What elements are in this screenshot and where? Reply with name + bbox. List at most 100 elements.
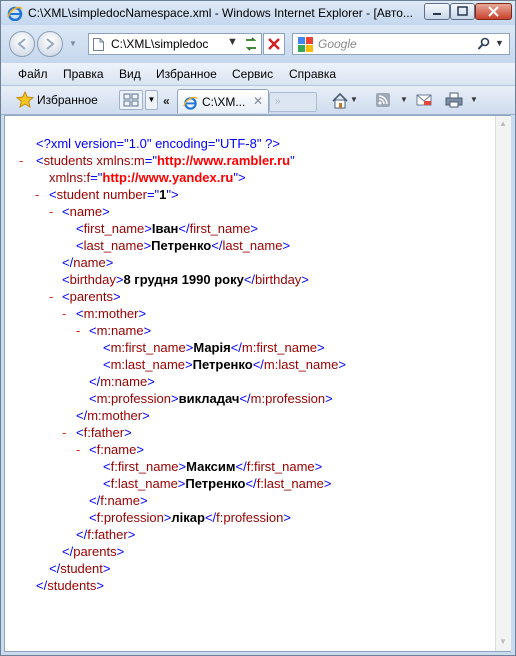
students-open-tag: <students xmlns:m="http://www.rambler.ru… <box>36 153 295 168</box>
tab-close-icon[interactable]: ✕ <box>253 94 263 108</box>
xml-declaration: <?xml version="1.0" encoding="UTF-8" ?> <box>36 136 280 152</box>
refresh-icon[interactable] <box>241 34 261 54</box>
collapse-students[interactable]: - <box>19 153 23 168</box>
menu-bar: Файл Правка Вид Избранное Сервис Справка <box>1 63 515 86</box>
address-url[interactable]: C:\XML\simpledoc <box>111 37 223 51</box>
new-tab-button[interactable]: » <box>269 92 317 112</box>
quick-tabs-button[interactable] <box>119 90 143 110</box>
scroll-up-icon[interactable]: ▲ <box>499 119 507 128</box>
maximize-button[interactable] <box>450 3 475 20</box>
minimize-button[interactable] <box>424 3 450 20</box>
tag-name: first_name <box>189 221 251 236</box>
home-dropdown-icon[interactable]: ▼ <box>350 95 358 104</box>
rss-feed-icon <box>376 93 390 107</box>
tab-list-dropdown-icon[interactable]: ▼ <box>145 90 158 110</box>
back-arrow-icon <box>17 38 26 50</box>
menu-tools[interactable]: Сервис <box>232 67 273 81</box>
collapse-father[interactable]: - <box>62 425 66 440</box>
page-icon <box>93 38 104 51</box>
print-button[interactable]: ▼ <box>445 92 479 110</box>
feeds-dropdown-icon[interactable]: ▼ <box>400 95 408 104</box>
tag-name: m:first_name <box>110 340 186 355</box>
parents-open-tag: <parents> <box>62 289 121 304</box>
tag-name: f:last_name <box>110 476 178 491</box>
close-window-button[interactable] <box>475 3 512 20</box>
xml-declaration-text: <?xml version="1.0" encoding="UTF-8" ?> <box>36 136 280 151</box>
history-dropdown-icon[interactable]: ▼ <box>69 39 77 48</box>
read-mail-button[interactable] <box>415 92 441 110</box>
menu-edit[interactable]: Правка <box>63 67 104 81</box>
m-profession-element: <m:profession>викладач</m:profession> <box>89 391 333 406</box>
feeds-button[interactable]: ▼ <box>375 92 409 110</box>
last-name-element: <last_name>Петренко</last_name> <box>76 238 291 253</box>
search-input[interactable] <box>318 36 468 52</box>
student-open-tag: <student number="1"> <box>49 187 179 202</box>
scroll-down-icon[interactable]: ▼ <box>499 637 507 646</box>
search-box[interactable]: ▼ <box>292 33 510 55</box>
element-value: 8 грудня 1990 року <box>123 272 244 287</box>
attr-value: http://www.rambler.ru <box>156 153 291 168</box>
element-value: Петренко <box>185 476 246 491</box>
tag-name: student <box>56 187 100 202</box>
tag-name: m:mother <box>83 306 139 321</box>
tag-name: student <box>60 561 103 576</box>
tag-name: m:last_name <box>110 357 186 372</box>
search-icon[interactable] <box>477 37 491 51</box>
tag-name: f:father <box>83 425 125 440</box>
mother-close-tag: </m:mother> <box>76 408 150 423</box>
name-open-tag: <name> <box>62 204 110 219</box>
menu-help[interactable]: Справка <box>289 67 336 81</box>
menu-file[interactable]: Файл <box>18 67 48 81</box>
close-icon <box>488 6 499 17</box>
favorites-button[interactable]: Избранное <box>37 93 98 107</box>
collapse-student[interactable]: - <box>35 187 39 202</box>
tag-name: m:name <box>96 323 144 338</box>
collapse-f-name[interactable]: - <box>76 442 80 457</box>
browser-window: C:\XML\simpledocNamespace.xml - Windows … <box>0 0 516 656</box>
search-options-dropdown-icon[interactable]: ▼ <box>495 38 504 48</box>
father-open-tag: <f:father> <box>76 425 132 440</box>
element-value: Максим <box>186 459 236 474</box>
students-close-tag: </students> <box>36 578 104 593</box>
tag-name: f:profession <box>96 510 164 525</box>
back-button[interactable] <box>9 31 35 57</box>
forward-arrow-icon <box>46 38 55 50</box>
tab-current[interactable]: C:\XM... ✕ <box>177 89 269 113</box>
attr-name: number <box>102 187 147 202</box>
forward-button[interactable] <box>37 31 63 57</box>
tag-name: m:mother <box>87 408 143 423</box>
element-value: Марія <box>193 340 231 355</box>
element-value: Іван <box>151 221 179 236</box>
tag-name: f:first_name <box>110 459 179 474</box>
menu-view[interactable]: Вид <box>119 67 141 81</box>
collapse-name[interactable]: - <box>49 204 53 219</box>
tab-scroll-left-icon[interactable]: « <box>163 94 170 108</box>
student-close-tag: </student> <box>49 561 111 576</box>
collapse-parents[interactable]: - <box>49 289 53 304</box>
tag-name: birthday <box>69 272 116 287</box>
students-ns-f-attr: xmlns:f="http://www.yandex.ru"> <box>49 170 246 185</box>
ie-logo-icon <box>7 6 23 21</box>
f-first-name-element: <f:first_name>Максим</f:first_name> <box>103 459 323 474</box>
birthday-element: <birthday>8 грудня 1990 року</birthday> <box>62 272 309 287</box>
vertical-scrollbar[interactable]: ▲ ▼ <box>495 116 511 651</box>
collapse-m-name[interactable]: - <box>76 323 80 338</box>
tag-name: parents <box>73 544 117 559</box>
tag-name: birthday <box>255 272 302 287</box>
page-content: <?xml version="1.0" encoding="UTF-8" ?> … <box>4 115 511 652</box>
menu-favorites[interactable]: Избранное <box>156 67 217 81</box>
address-dropdown-icon[interactable]: ▼ <box>227 36 238 48</box>
tag-name: name <box>69 204 103 219</box>
tag-name: last_name <box>222 238 283 253</box>
print-dropdown-icon[interactable]: ▼ <box>470 95 478 104</box>
first-name-element: <first_name>Іван</first_name> <box>76 221 258 236</box>
stop-button[interactable] <box>263 33 285 55</box>
maximize-icon <box>457 6 468 16</box>
f-profession-element: <f:profession>лікар</f:profession> <box>89 510 291 525</box>
stop-icon <box>268 38 280 50</box>
home-button[interactable]: ▼ <box>331 92 358 110</box>
address-bar[interactable]: C:\XML\simpledoc ▼ <box>88 33 262 55</box>
tag-name: f:last_name <box>256 476 324 491</box>
favorites-star-icon[interactable] <box>16 91 34 108</box>
collapse-mother[interactable]: - <box>62 306 66 321</box>
